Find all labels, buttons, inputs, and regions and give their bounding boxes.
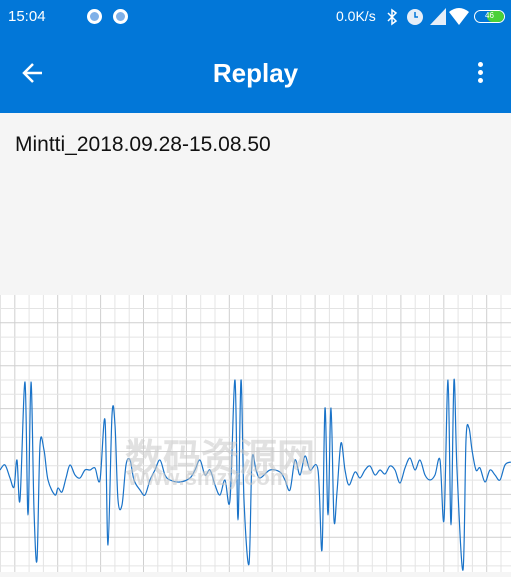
more-options-button[interactable] <box>472 60 488 86</box>
notification-dot-icon <box>87 9 102 24</box>
page-title: Replay <box>212 58 299 88</box>
status-bar: 15:04 0.0K/s 46 <box>0 0 511 34</box>
status-time: 15:04 <box>8 8 46 25</box>
app-bar: Replay <box>0 34 511 113</box>
recording-file-name: Mintti_2018.09.28-15.08.50 <box>15 133 271 156</box>
recording-info: Mintti_2018.09.28-15.08.50 <box>0 113 511 295</box>
signal-icon <box>430 8 446 25</box>
waveform-chart: 数码资源网 www.smzy.com <box>0 295 511 572</box>
battery-level: 46 <box>485 11 494 20</box>
notification-dot-icon <box>113 9 128 24</box>
waveform-svg <box>0 295 511 572</box>
alarm-icon <box>407 9 423 25</box>
bluetooth-icon <box>387 8 398 26</box>
battery-icon: 46 <box>474 10 505 23</box>
wifi-icon <box>449 8 469 25</box>
waveform-line <box>0 378 511 571</box>
network-speed: 0.0K/s <box>336 8 376 24</box>
